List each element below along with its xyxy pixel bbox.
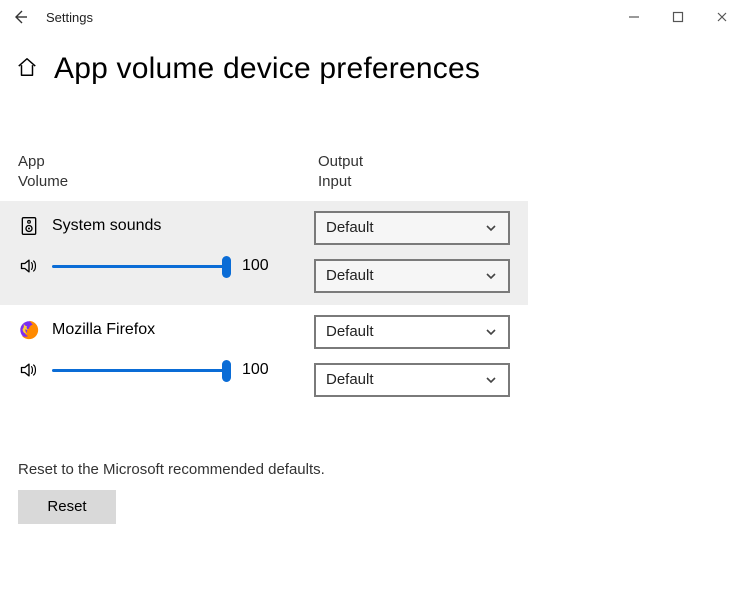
output-value: Default xyxy=(326,219,374,236)
chevron-down-icon xyxy=(484,373,498,387)
arrow-left-icon xyxy=(12,9,28,25)
maximize-button[interactable] xyxy=(668,7,688,27)
reset-caption: Reset to the Microsoft recommended defau… xyxy=(18,461,732,478)
input-dropdown[interactable]: Default xyxy=(314,363,510,397)
window-title: Settings xyxy=(46,10,93,25)
output-dropdown[interactable]: Default xyxy=(314,211,510,245)
reset-section: Reset to the Microsoft recommended defau… xyxy=(0,461,750,524)
chevron-down-icon xyxy=(484,325,498,339)
volume-icon xyxy=(18,255,40,277)
column-app-volume-line2: Volume xyxy=(18,172,318,192)
input-dropdown[interactable]: Default xyxy=(314,259,510,293)
app-name: System sounds xyxy=(52,217,161,235)
close-icon xyxy=(716,11,728,23)
input-value: Default xyxy=(326,267,374,284)
app-row: System sounds 100 Default xyxy=(0,201,528,305)
column-headers: App Volume Output Input xyxy=(0,152,750,193)
page-title: App volume device preferences xyxy=(54,52,480,86)
volume-slider[interactable] xyxy=(52,363,230,377)
titlebar: Settings xyxy=(0,0,750,34)
column-output-line: Output xyxy=(318,152,363,172)
app-rows: System sounds 100 Default xyxy=(0,201,750,409)
close-button[interactable] xyxy=(712,7,732,27)
page-header: App volume device preferences xyxy=(0,34,750,90)
output-dropdown[interactable]: Default xyxy=(314,315,510,349)
column-app-volume-line1: App xyxy=(18,152,318,172)
minimize-button[interactable] xyxy=(624,7,644,27)
volume-value: 100 xyxy=(242,361,269,379)
output-value: Default xyxy=(326,323,374,340)
home-icon xyxy=(16,56,38,83)
reset-button[interactable]: Reset xyxy=(18,490,116,524)
app-row: Mozilla Firefox 100 Default xyxy=(0,305,528,409)
maximize-icon xyxy=(672,11,684,23)
volume-icon xyxy=(18,359,40,381)
volume-value: 100 xyxy=(242,257,269,275)
speaker-box-icon xyxy=(18,215,40,237)
volume-slider[interactable] xyxy=(52,259,230,273)
column-input-line: Input xyxy=(318,172,363,192)
chevron-down-icon xyxy=(484,269,498,283)
input-value: Default xyxy=(326,371,374,388)
window-controls xyxy=(624,7,742,27)
reset-button-label: Reset xyxy=(47,498,86,515)
minimize-icon xyxy=(628,11,640,23)
firefox-icon xyxy=(18,319,40,341)
app-name: Mozilla Firefox xyxy=(52,321,155,339)
back-button[interactable] xyxy=(8,5,32,29)
chevron-down-icon xyxy=(484,221,498,235)
